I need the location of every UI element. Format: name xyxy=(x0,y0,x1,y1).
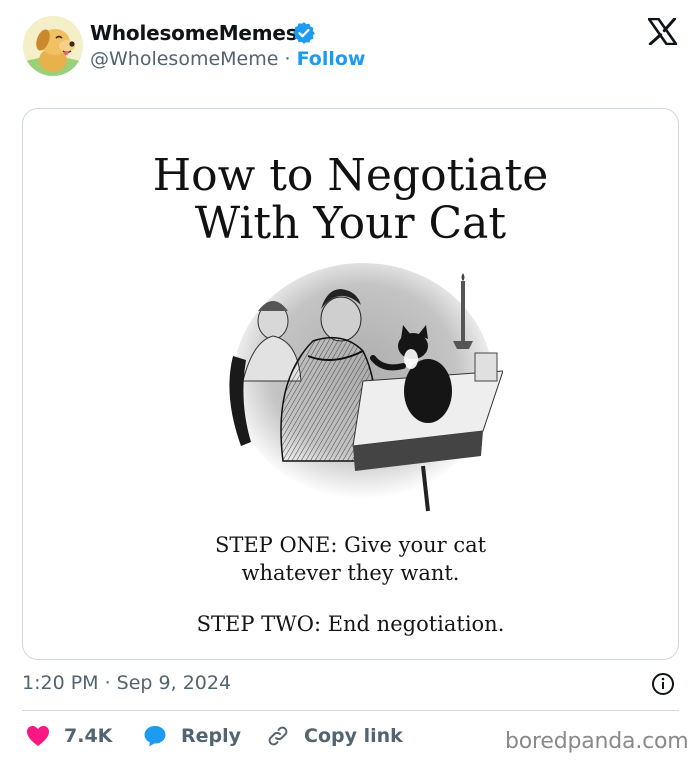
meme-title-line1: How to Negotiate xyxy=(152,150,549,201)
heart-icon xyxy=(27,726,49,746)
reply-label: Reply xyxy=(181,725,242,747)
divider xyxy=(22,710,679,711)
engraving-illustration xyxy=(229,263,503,512)
meme-step-one-line2: whatever they want. xyxy=(241,561,460,585)
tweet-embed: WholesomeMemes @WholesomeMeme · Follow H… xyxy=(0,0,700,762)
author-handle-line: @WholesomeMeme · Follow xyxy=(90,48,365,70)
reply-bubble-icon xyxy=(144,726,166,747)
author-name[interactable]: WholesomeMemes xyxy=(90,21,298,45)
meme-step-two: STEP TWO: End negotiation. xyxy=(196,612,505,636)
tweet-timestamp[interactable]: 1:20 PM · Sep 9, 2024 xyxy=(22,672,231,694)
meme-title-line2: With Your Cat xyxy=(194,198,507,249)
link-icon xyxy=(268,726,288,746)
verified-badge-icon xyxy=(293,22,315,44)
dog-avatar-icon xyxy=(23,16,83,76)
author-avatar[interactable] xyxy=(23,16,83,76)
follow-button[interactable]: Follow xyxy=(297,48,366,70)
handle-separator: · xyxy=(278,48,297,70)
info-icon[interactable] xyxy=(651,672,675,696)
meme-image[interactable]: How to Negotiate With Your Cat STEP ONE:… xyxy=(22,108,679,660)
x-logo-icon[interactable] xyxy=(648,18,677,45)
author-handle[interactable]: @WholesomeMeme xyxy=(90,48,278,70)
watermark: boredpanda.com xyxy=(505,729,689,754)
copy-link-button[interactable]: Copy link xyxy=(266,724,403,748)
like-count: 7.4K xyxy=(64,725,113,747)
reply-button[interactable]: Reply xyxy=(143,724,241,748)
copy-link-label: Copy link xyxy=(304,725,403,747)
meme-step-one-line1: STEP ONE: Give your cat xyxy=(214,533,487,557)
like-button[interactable]: 7.4K xyxy=(26,724,112,748)
